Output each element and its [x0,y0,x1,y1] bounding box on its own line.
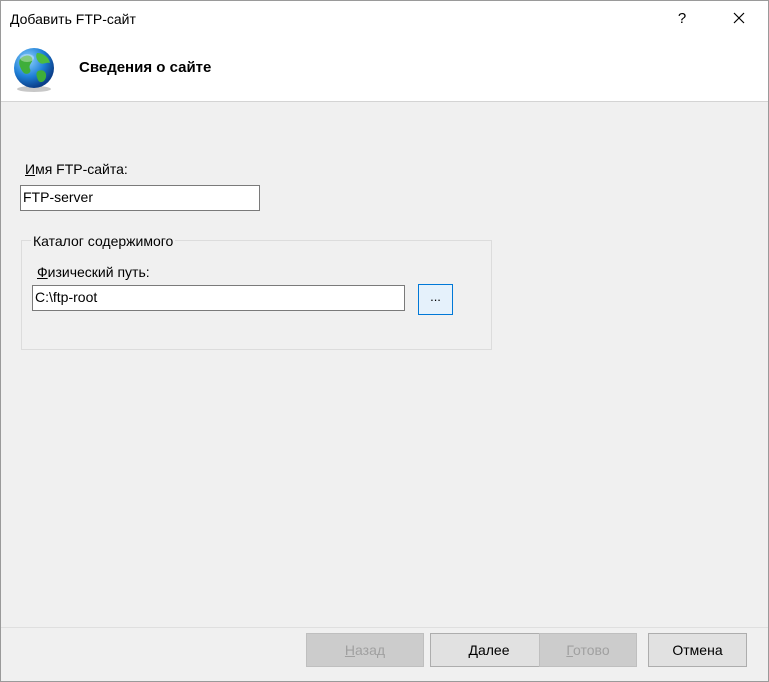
title-bar: Добавить FTP-сайт ? [1,1,768,37]
dialog-window: Добавить FTP-сайт ? Сведения о сайте Имя… [0,0,769,682]
next-button-accel: Д [468,642,478,658]
footer-divider [1,627,768,628]
globe-icon [14,48,54,92]
finish-button-text: отово [573,642,610,658]
close-button[interactable] [723,5,755,33]
browse-button[interactable]: ... [418,284,453,315]
physical-path-label-text: изический путь: [47,264,150,280]
content-group-legend: Каталог содержимого [31,233,176,249]
physical-path-label-accel: Ф [37,264,48,280]
finish-button[interactable]: Готово [539,633,637,667]
back-button[interactable]: Назад [306,633,424,667]
close-icon [733,12,745,24]
help-button[interactable]: ? [669,5,695,33]
physical-path-input[interactable]: C:\ftp-root [32,285,405,311]
window-title: Добавить FTP-сайт [10,11,136,27]
site-name-input[interactable]: FTP-server [20,185,260,211]
page-header: Сведения о сайте [1,37,768,102]
next-button-text: алее [477,642,510,658]
physical-path-label: Физический путь: [37,264,150,280]
back-button-accel: Н [344,642,356,658]
next-button[interactable]: Далее [430,633,548,667]
site-name-label: Имя FTP-сайта: [25,161,128,177]
site-name-label-text: мя FTP-сайта: [35,161,128,177]
page-title: Сведения о сайте [79,59,212,76]
site-name-label-accel: И [25,161,36,177]
cancel-button[interactable]: Отмена [648,633,747,667]
back-button-text: азад [355,642,386,658]
